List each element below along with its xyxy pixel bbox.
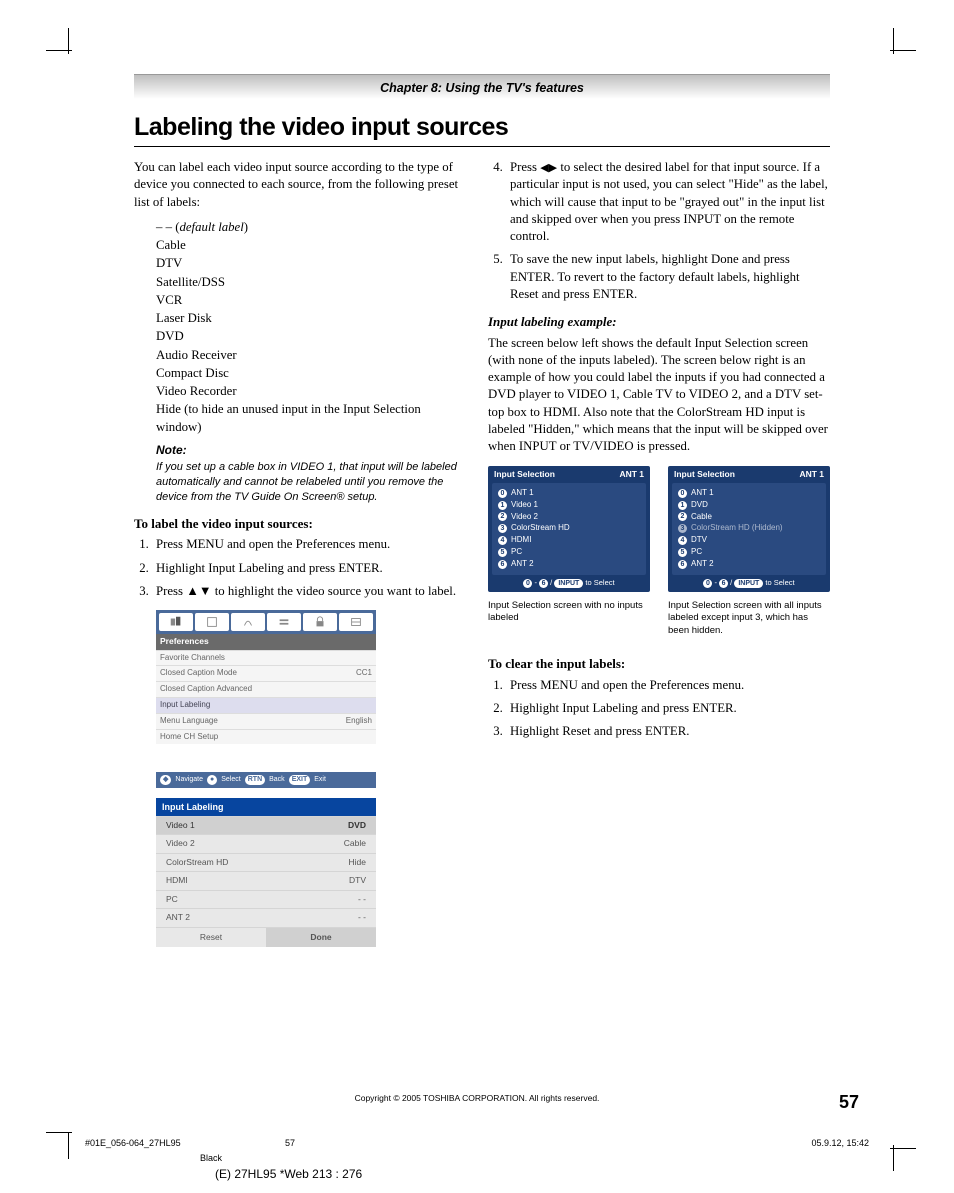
osd-right-caption: Input Selection screen with all inputs l… bbox=[668, 600, 830, 637]
left-column: You can label each video input source ac… bbox=[134, 159, 464, 947]
label-steps: Press MENU and open the Preferences menu… bbox=[152, 536, 464, 600]
footer-meta: #01E_056-064_27HL95 57 05.9.12, 15:42 bbox=[85, 1138, 869, 1148]
right-column: Press ◀▶ to select the desired label for… bbox=[488, 159, 830, 947]
chapter-header: Chapter 8: Using the TV's features bbox=[134, 74, 830, 99]
tab-icon bbox=[267, 613, 301, 631]
label-list: – – (default label) Cable DTV Satellite/… bbox=[156, 219, 464, 436]
footer-web: (E) 27HL95 *Web 213 : 276 bbox=[215, 1167, 362, 1181]
tab-icon bbox=[231, 613, 265, 631]
example-body: The screen below left shows the default … bbox=[488, 335, 830, 456]
input-labeling-osd: Input Labeling Video 1DVD Video 2Cable C… bbox=[156, 798, 376, 947]
page-title: Labeling the video input sources bbox=[134, 113, 830, 142]
clear-steps: Press MENU and open the Preferences menu… bbox=[506, 677, 830, 741]
footer-black: Black bbox=[200, 1153, 222, 1163]
to-label-heading: To label the video input sources: bbox=[134, 515, 464, 533]
example-heading: Input labeling example: bbox=[488, 313, 830, 331]
note-heading: Note: bbox=[156, 442, 464, 458]
page-number: 57 bbox=[839, 1092, 859, 1113]
title-rule bbox=[134, 146, 830, 147]
intro-text: You can label each video input source ac… bbox=[134, 159, 464, 211]
reset-button: Reset bbox=[156, 928, 266, 947]
tab-icon bbox=[159, 613, 193, 631]
done-button: Done bbox=[266, 928, 376, 947]
copyright: Copyright © 2005 TOSHIBA CORPORATION. Al… bbox=[0, 1093, 954, 1103]
lock-icon bbox=[303, 613, 337, 631]
tab-icon bbox=[195, 613, 229, 631]
tab-icon bbox=[339, 613, 373, 631]
label-steps-cont: Press ◀▶ to select the desired label for… bbox=[506, 159, 830, 303]
preferences-osd: Preferences Favorite Channels Closed Cap… bbox=[156, 610, 376, 788]
note-body: If you set up a cable box in VIDEO 1, th… bbox=[156, 460, 464, 505]
osd-left-caption: Input Selection screen with no inputs la… bbox=[488, 600, 650, 625]
osd-left: Input SelectionANT 1 0ANT 1 1Video 1 2Vi… bbox=[488, 466, 650, 592]
osd-right: Input SelectionANT 1 0ANT 1 1DVD 2Cable … bbox=[668, 466, 830, 592]
clear-heading: To clear the input labels: bbox=[488, 655, 830, 673]
